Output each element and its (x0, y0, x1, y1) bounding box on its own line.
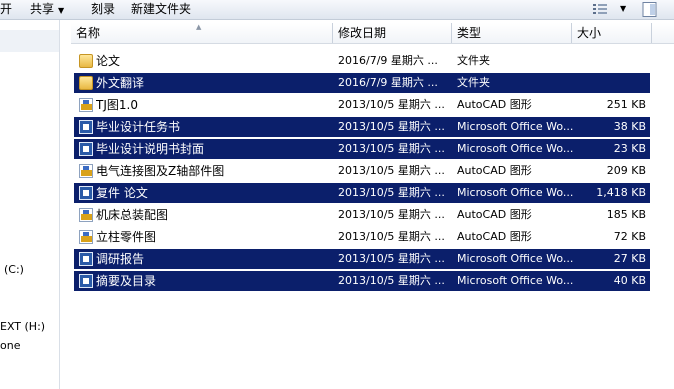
file-name: 论文 (96, 54, 121, 68)
file-type: Microsoft Office Wo... (457, 120, 574, 133)
file-size: 251 KB (606, 98, 646, 111)
file-name: 电气连接图及Z轴部件图 (96, 164, 225, 178)
autocad-file-icon (79, 164, 93, 178)
column-header-name[interactable]: 名称 (71, 23, 333, 43)
chevron-down-icon: ▼ (58, 6, 65, 15)
file-row[interactable]: 毕业设计任务书 2013/10/5 星期六 ... Microsoft Offi… (74, 117, 650, 137)
file-size: 209 KB (606, 164, 646, 177)
new-folder-button[interactable]: 新建文件夹 (131, 1, 191, 17)
file-name: 毕业设计说明书封面 (96, 142, 205, 156)
word-file-icon (79, 252, 93, 266)
file-date: 2016/7/9 星期六 ... (338, 54, 438, 67)
file-date: 2013/10/5 星期六 ... (338, 120, 445, 133)
file-type: 文件夹 (457, 54, 490, 67)
file-row[interactable]: 论文 2016/7/9 星期六 ... 文件夹 (74, 51, 650, 71)
file-name: 复件 论文 (96, 186, 148, 200)
file-type: AutoCAD 图形 (457, 98, 532, 111)
file-type: Microsoft Office Wo... (457, 142, 574, 155)
open-button[interactable]: 开 (0, 1, 12, 17)
share-menu-button[interactable]: 共享 ▼ (30, 1, 64, 17)
nav-item-one[interactable]: one (0, 339, 20, 352)
file-size: 1,418 KB (596, 186, 646, 199)
file-row[interactable]: 毕业设计说明书封面 2013/10/5 星期六 ... Microsoft Of… (74, 139, 650, 159)
file-row[interactable]: 摘要及目录 2013/10/5 星期六 ... Microsoft Office… (74, 271, 650, 291)
file-row[interactable]: 机床总装配图 2013/10/5 星期六 ... AutoCAD 图形 185 … (74, 205, 650, 225)
file-name: 外文翻译 (96, 76, 145, 90)
file-row[interactable]: 立柱零件图 2013/10/5 星期六 ... AutoCAD 图形 72 KB (74, 227, 650, 247)
file-type: 文件夹 (457, 76, 490, 89)
folder-icon (79, 76, 93, 90)
file-date: 2013/10/5 星期六 ... (338, 98, 445, 111)
file-type: AutoCAD 图形 (457, 208, 532, 221)
file-row[interactable]: TJ图1.0 2013/10/5 星期六 ... AutoCAD 图形 251 … (74, 95, 650, 115)
file-size: 72 KB (613, 230, 646, 243)
column-header-size[interactable]: 大小 (572, 23, 652, 43)
file-date: 2013/10/5 星期六 ... (338, 252, 445, 265)
word-file-icon (79, 120, 93, 134)
file-size: 185 KB (606, 208, 646, 221)
file-type: AutoCAD 图形 (457, 164, 532, 177)
nav-selected-item[interactable] (0, 30, 59, 52)
file-name: 机床总装配图 (96, 208, 169, 222)
file-name: TJ图1.0 (96, 98, 138, 112)
file-type: Microsoft Office Wo... (457, 252, 574, 265)
file-date: 2013/10/5 星期六 ... (338, 274, 445, 287)
column-headers: ▲ 名称 修改日期 类型 大小 (71, 23, 674, 44)
file-date: 2013/10/5 星期六 ... (338, 186, 445, 199)
file-type: Microsoft Office Wo... (457, 186, 574, 199)
file-row[interactable]: 电气连接图及Z轴部件图 2013/10/5 星期六 ... AutoCAD 图形… (74, 161, 650, 181)
file-date: 2013/10/5 星期六 ... (338, 142, 445, 155)
column-header-date[interactable]: 修改日期 (333, 23, 452, 43)
word-file-icon (79, 274, 93, 288)
file-date: 2013/10/5 星期六 ... (338, 230, 445, 243)
navigation-pane[interactable]: (C:) EXT (H:) one (0, 20, 60, 389)
command-bar: 开 共享 ▼ 刻录 新建文件夹 ▼ (0, 0, 674, 20)
folder-icon (79, 54, 93, 68)
file-date: 2016/7/9 星期六 ... (338, 76, 438, 89)
view-options-icon[interactable] (592, 2, 608, 16)
file-type: Microsoft Office Wo... (457, 274, 574, 287)
file-row[interactable]: 调研报告 2013/10/5 星期六 ... Microsoft Office … (74, 249, 650, 269)
file-size: 23 KB (613, 142, 646, 155)
file-name: 调研报告 (96, 252, 145, 266)
file-row[interactable]: 外文翻译 2016/7/9 星期六 ... 文件夹 (74, 73, 650, 93)
nav-item-drive-h[interactable]: EXT (H:) (0, 320, 45, 333)
file-size: 40 KB (613, 274, 646, 287)
burn-button[interactable]: 刻录 (91, 1, 115, 17)
chevron-down-icon[interactable]: ▼ (620, 2, 630, 16)
share-label: 共享 (30, 2, 55, 16)
file-size: 38 KB (613, 120, 646, 133)
word-file-icon (79, 186, 93, 200)
file-date: 2013/10/5 星期六 ... (338, 164, 445, 177)
nav-item-drive-c[interactable]: (C:) (4, 263, 24, 276)
autocad-file-icon (79, 208, 93, 222)
file-type: AutoCAD 图形 (457, 230, 532, 243)
autocad-file-icon (79, 230, 93, 244)
preview-pane-icon[interactable] (642, 2, 658, 17)
file-name: 立柱零件图 (96, 230, 157, 244)
file-name: 毕业设计任务书 (96, 120, 181, 134)
file-size: 27 KB (613, 252, 646, 265)
file-row[interactable]: 复件 论文 2013/10/5 星期六 ... Microsoft Office… (74, 183, 650, 203)
file-name: 摘要及目录 (96, 274, 157, 288)
column-header-type[interactable]: 类型 (452, 23, 572, 43)
autocad-file-icon (79, 98, 93, 112)
file-date: 2013/10/5 星期六 ... (338, 208, 445, 221)
word-file-icon (79, 142, 93, 156)
